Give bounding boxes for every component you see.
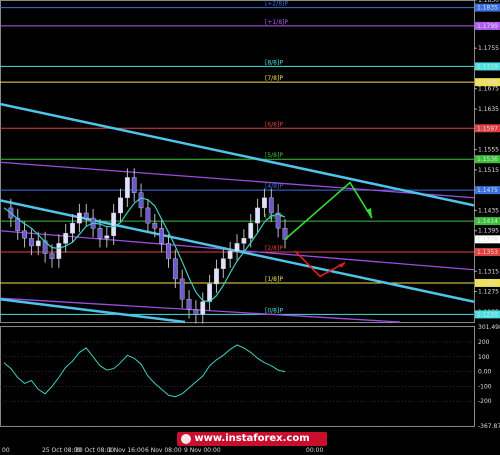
current-price-text: 1.1378 <box>477 236 498 243</box>
murrey-level-label: [5/8]P <box>265 152 283 159</box>
murrey-price-tag-text: 1.1353 <box>477 249 498 256</box>
candle-body <box>241 238 247 244</box>
osc-tick-label: -200 <box>478 398 492 405</box>
oscillator-line <box>3 344 286 398</box>
candle-body <box>131 177 137 193</box>
murrey-level-label: [+1/8]P <box>265 19 288 26</box>
candle-body <box>104 235 110 239</box>
watermark-text: www.instaforex.com <box>194 433 310 444</box>
candle-body <box>227 250 233 259</box>
candle-body <box>63 233 69 244</box>
candle-body <box>29 238 34 247</box>
candle-body <box>207 283 213 302</box>
candle-body <box>255 207 260 224</box>
osc-tick-label: 100 <box>478 354 490 361</box>
chart-svg: 1.18501.17951.17551.17151.16751.16351.15… <box>0 0 500 454</box>
murrey-price-tag-text: 1.1414 <box>477 218 498 225</box>
osc-tick-label: 301.498 <box>478 324 500 331</box>
forecast-up-arrow <box>284 181 373 240</box>
candle-body <box>97 227 103 239</box>
x-tick-label: 6 Nov 08:00 <box>145 447 182 454</box>
watermark-badge: www.instaforex.com <box>177 432 327 446</box>
murrey-level-label: [2/8]P <box>265 245 283 252</box>
murrey-level-label: [+2/8]P <box>265 1 288 8</box>
candle-body <box>186 298 192 310</box>
x-tick-label: 00:00 <box>306 447 323 454</box>
osc-tick-label: 0.00 <box>478 369 492 376</box>
x-tick-label: 9 Nov 00:00 <box>184 447 221 454</box>
murrey-price-tag-text: 1.1475 <box>477 187 498 194</box>
candle-body <box>234 243 240 252</box>
osc-tick-label: -367.870 <box>478 423 500 430</box>
trend-lower-line <box>0 297 186 324</box>
murrey-price-tag-text: 1.1835 <box>477 5 498 12</box>
candle-body <box>214 268 219 285</box>
x-tick-label: 00 <box>2 447 10 454</box>
candle-body <box>220 258 226 269</box>
y-tick-label: 1.1635 <box>478 106 499 113</box>
y-tick-label: 1.1755 <box>478 45 499 52</box>
murrey-level-label: [1/8]P <box>265 276 283 283</box>
y-tick-label: 1.1435 <box>478 207 499 214</box>
candle-body <box>56 243 62 259</box>
candle-body <box>49 253 55 259</box>
candle-body <box>138 192 144 209</box>
murrey-price-tag-text: 1.1597 <box>477 125 498 132</box>
candle-body <box>118 197 123 214</box>
osc-tick-label: 200 <box>478 339 490 346</box>
candle-body <box>159 227 165 244</box>
candle-body <box>152 222 158 229</box>
main-panel-frame <box>0 0 475 323</box>
chart-root: 1.18501.17951.17551.17151.16751.16351.15… <box>0 0 500 455</box>
forecast-down-arrowhead <box>338 262 345 268</box>
murrey-level-label: [0/8]P <box>265 307 283 314</box>
y-tick-label: 1.1275 <box>478 289 499 296</box>
y-tick-label: 1.1850 <box>478 0 499 4</box>
candle-body <box>76 212 82 224</box>
candle-body <box>262 197 267 209</box>
murrey-price-tag-text: 1.1230 <box>477 311 498 318</box>
candle-body <box>200 301 206 315</box>
candle-body <box>193 309 199 315</box>
y-tick-label: 1.1515 <box>478 167 499 174</box>
murrey-level-label: [8/8]P <box>265 59 283 66</box>
candle-body <box>248 222 254 239</box>
candle-body <box>172 258 178 280</box>
murrey-price-tag-text: 1.1688 <box>477 79 498 86</box>
y-tick-label: 1.1395 <box>478 228 499 235</box>
murrey-level-label: [4/8]P <box>265 183 283 190</box>
regression-upper-line <box>0 161 475 199</box>
murrey-price-tag-text: 1.1719 <box>477 63 498 70</box>
osc-tick-label: -100 <box>478 383 492 390</box>
candle-body <box>124 177 130 198</box>
candle-body <box>268 197 274 214</box>
candle-body <box>22 230 27 239</box>
y-tick-label: 1.1675 <box>478 86 499 93</box>
murrey-price-tag-text: 1.1799 <box>477 23 498 30</box>
regression-lower-line <box>0 297 401 323</box>
candle-body <box>166 243 171 259</box>
murrey-price-tag-text: 1.1536 <box>477 156 498 163</box>
y-tick-label: 1.1555 <box>478 147 499 154</box>
murrey-level-label: [7/8]P <box>265 75 283 82</box>
x-tick-label: 1 Nov 16:00 <box>108 447 145 454</box>
candle-body <box>145 207 151 224</box>
murrey-level-label: [6/8]P <box>265 121 283 128</box>
candle-body <box>35 240 41 247</box>
globe-icon <box>181 434 191 444</box>
candle-body <box>179 278 185 300</box>
murrey-price-tag-text: 1.1292 <box>477 280 498 287</box>
candle-body <box>83 212 89 219</box>
candle-body <box>111 212 117 236</box>
candle-body <box>70 222 75 234</box>
y-tick-label: 1.1315 <box>478 268 499 275</box>
oscillator-panel-frame <box>0 326 475 427</box>
